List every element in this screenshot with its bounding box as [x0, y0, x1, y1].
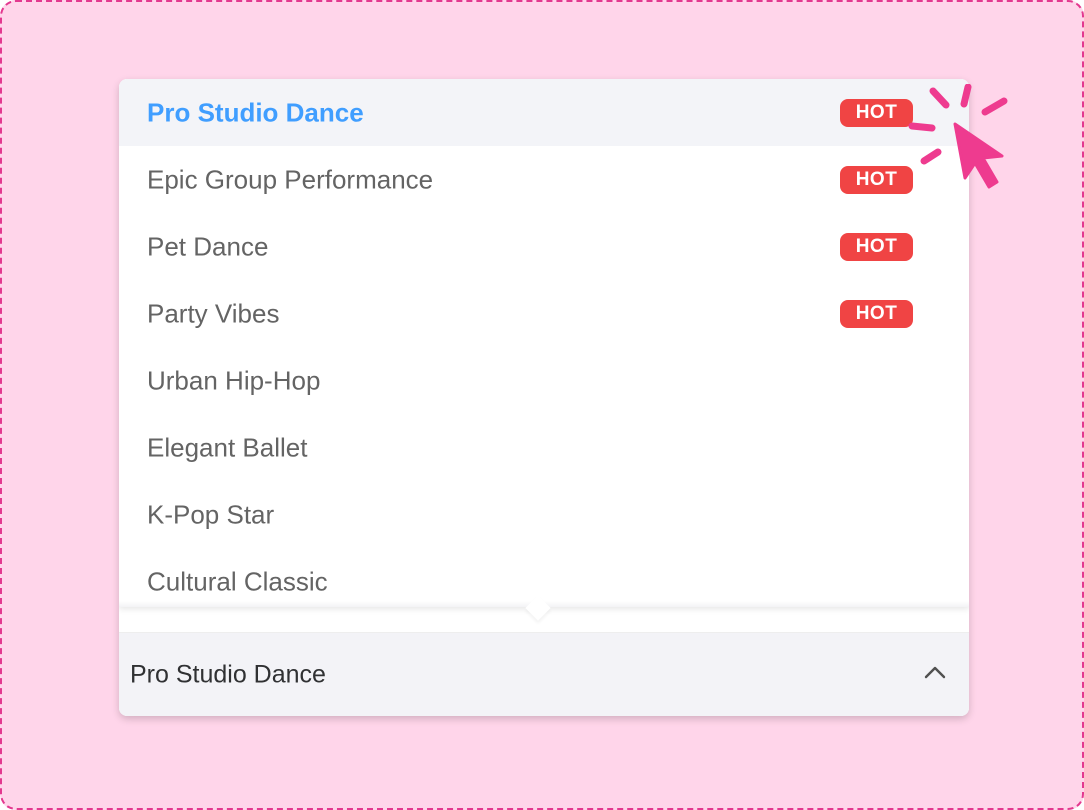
dropdown-card: Pro Studio Dance HOT Epic Group Performa…: [119, 79, 969, 716]
dropdown-item-label: Pet Dance: [147, 231, 269, 261]
hot-badge: HOT: [840, 165, 913, 194]
cursor-click-icon: [908, 84, 1008, 189]
dropdown-item-pet-dance[interactable]: Pet Dance HOT: [119, 213, 969, 280]
dropdown-item-label: Epic Group Performance: [147, 164, 434, 194]
dropdown-item-label: Pro Studio Dance: [147, 97, 364, 127]
dropdown-item-epic-group-performance[interactable]: Epic Group Performance HOT: [119, 146, 969, 213]
dropdown-menu: Pro Studio Dance HOT Epic Group Performa…: [119, 79, 969, 607]
dropdown-item-label: Urban Hip-Hop: [147, 365, 321, 395]
dropdown-item-label: Elegant Ballet: [147, 432, 308, 462]
hot-badge: HOT: [840, 232, 913, 261]
dropdown-item-urban-hip-hop[interactable]: Urban Hip-Hop: [119, 347, 969, 414]
dropdown-item-pro-studio-dance[interactable]: Pro Studio Dance HOT: [119, 79, 969, 146]
dropdown-item-party-vibes[interactable]: Party Vibes HOT: [119, 280, 969, 347]
chevron-up-icon[interactable]: [924, 665, 946, 679]
dropdown-item-label: Party Vibes: [147, 298, 280, 328]
dropdown-item-elegant-ballet[interactable]: Elegant Ballet: [119, 414, 969, 481]
hot-badge: HOT: [840, 299, 913, 328]
dropdown-item-k-pop-star[interactable]: K-Pop Star: [119, 481, 969, 548]
dropdown-trigger[interactable]: Pro Studio Dance: [119, 632, 969, 716]
canvas-background: Pro Studio Dance HOT Epic Group Performa…: [0, 0, 1084, 810]
hot-badge: HOT: [840, 98, 913, 127]
selected-value-label: Pro Studio Dance: [130, 660, 326, 688]
dropdown-item-label: K-Pop Star: [147, 499, 275, 529]
dropdown-item-cultural-classic[interactable]: Cultural Classic: [119, 548, 969, 607]
dropdown-item-label: Cultural Classic: [147, 566, 328, 596]
